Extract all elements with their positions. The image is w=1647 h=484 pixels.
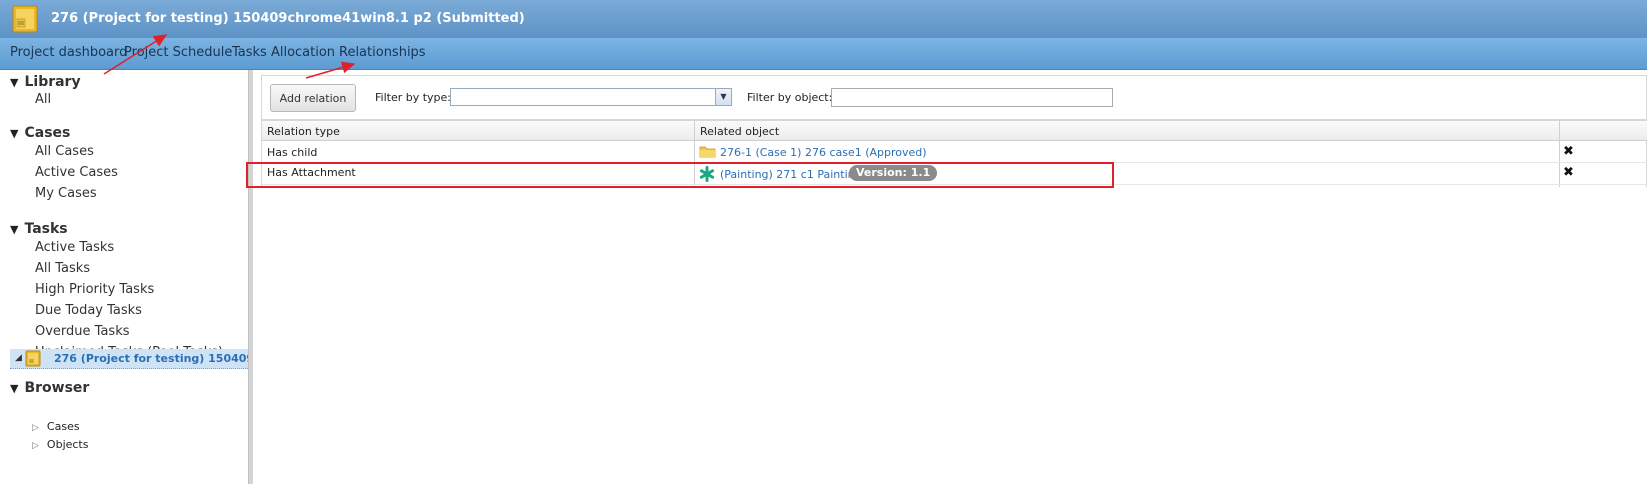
browser-heading[interactable]: ▼ Browser [10, 380, 89, 396]
collapse-triangle-icon: ▼ [10, 223, 19, 236]
sidebar-item-active-cases[interactable]: Active Cases [35, 165, 118, 180]
tree-node-project[interactable]: ◢ 276 (Project for testing) 150409chrome… [10, 349, 248, 369]
delete-relation-icon[interactable]: ✖ [1563, 165, 1574, 180]
sidebar-item-due-today-tasks[interactable]: Due Today Tasks [35, 303, 142, 318]
sidebar-item-all-cases[interactable]: All Cases [35, 144, 94, 159]
sidebar-item-my-cases[interactable]: My Cases [35, 186, 97, 201]
collapse-triangle-icon: ▼ [10, 382, 19, 395]
filter-type-label: Filter by type: [375, 91, 452, 104]
tree-node-cases[interactable]: ▷ Cases [32, 420, 80, 433]
folder-icon [699, 146, 716, 158]
project-icon [12, 5, 38, 33]
table-header: Relation type Related object [262, 120, 1647, 141]
tree-collapsed-icon[interactable]: ▷ [32, 441, 39, 451]
add-relation-button[interactable]: Add relation [270, 84, 356, 112]
column-header-relation-type[interactable]: Relation type [267, 125, 340, 138]
highlight-box [246, 162, 1114, 188]
related-object-link[interactable]: 276-1 (Case 1) 276 case1 (Approved) [720, 146, 927, 159]
project-icon [25, 350, 41, 367]
tree-node-project-label[interactable]: 276 (Project for testing) 150409chrome41… [54, 352, 248, 365]
collapse-triangle-icon: ▼ [10, 76, 19, 89]
nav-tasks-allocation[interactable]: Tasks Allocation [232, 45, 335, 60]
sidebar-item-high-priority-tasks[interactable]: High Priority Tasks [35, 282, 154, 297]
sidebar-item-all[interactable]: All [35, 92, 51, 107]
library-heading[interactable]: ▼ Library [10, 74, 81, 90]
relationships-panel: Add relation Filter by type: ▼ Filter by… [253, 70, 1647, 484]
column-header-related-object[interactable]: Related object [700, 125, 779, 138]
tree-node-cases-label[interactable]: Cases [47, 420, 80, 433]
delete-relation-icon[interactable]: ✖ [1563, 144, 1574, 159]
cases-heading-label: Cases [24, 125, 71, 141]
nav-project-dashboard[interactable]: Project dashboard [10, 45, 127, 60]
tasks-heading-label: Tasks [24, 221, 68, 237]
sidebar-item-overdue-tasks[interactable]: Overdue Tasks [35, 324, 130, 339]
tree-collapsed-icon[interactable]: ▷ [32, 423, 39, 433]
collapse-triangle-icon: ▼ [10, 127, 19, 140]
relations-toolbar: Add relation Filter by type: ▼ Filter by… [261, 75, 1647, 120]
filter-object-input[interactable] [831, 88, 1113, 107]
browser-heading-label: Browser [24, 380, 90, 396]
library-heading-label: Library [24, 74, 81, 90]
tree-expanded-icon[interactable]: ◢ [15, 353, 22, 363]
main-nav: Project dashboard Project Schedule Tasks… [0, 38, 1647, 70]
nav-project-schedule[interactable]: Project Schedule [124, 45, 232, 60]
tree-node-objects[interactable]: ▷ Objects [32, 438, 88, 451]
window-title: 276 (Project for testing) 150409chrome41… [51, 11, 525, 26]
nav-relationships[interactable]: Relationships [339, 45, 426, 60]
table-row[interactable]: Has child 276-1 (Case 1) 276 case1 (Appr… [262, 141, 1647, 163]
tree-node-objects-label[interactable]: Objects [47, 438, 89, 451]
relation-type-cell: Has child [267, 146, 318, 159]
sidebar-item-all-tasks[interactable]: All Tasks [35, 261, 90, 276]
cases-heading[interactable]: ▼ Cases [10, 125, 70, 141]
sidebar-item-active-tasks[interactable]: Active Tasks [35, 240, 114, 255]
filter-object-label: Filter by object: [747, 91, 833, 104]
chevron-down-icon[interactable]: ▼ [715, 89, 731, 105]
filter-type-select[interactable]: ▼ [450, 88, 732, 106]
title-bar: 276 (Project for testing) 150409chrome41… [0, 0, 1647, 38]
tasks-heading[interactable]: ▼ Tasks [10, 221, 68, 237]
